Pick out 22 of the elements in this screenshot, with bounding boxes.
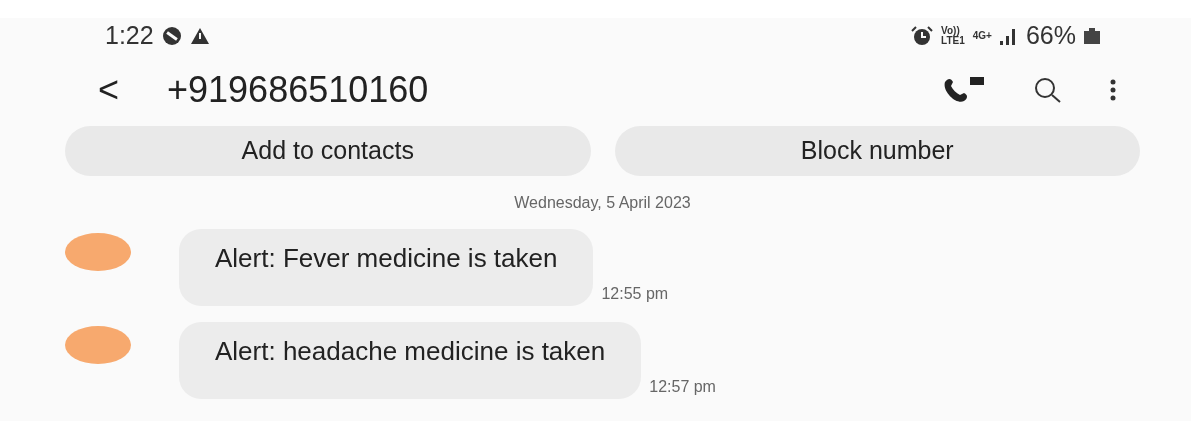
action-button[interactable]: Add to contacts <box>65 126 591 176</box>
search-icon[interactable] <box>1034 77 1062 103</box>
status-time: 1:22 <box>105 20 154 52</box>
warning-icon <box>189 27 210 45</box>
message-bubble: Alert: headache medicine is taken <box>179 322 642 399</box>
back-button[interactable]: < <box>98 63 120 117</box>
network-label: Vo)) <box>941 26 961 36</box>
battery-level: 66% <box>1025 20 1076 52</box>
alarm-icon <box>911 26 934 46</box>
hd-call-icon[interactable] <box>942 76 986 104</box>
no-disturb-icon <box>161 26 182 46</box>
message-time: 12:55 pm <box>601 284 669 304</box>
network-label: LTE1 <box>941 36 965 46</box>
message-bubble: Alert: Fever medicine is taken <box>179 229 594 306</box>
message-time: 12:57 pm <box>649 377 716 397</box>
battery-icon <box>1084 28 1100 44</box>
network-label: 4G+ <box>972 31 992 41</box>
date-label: Wednesday, 5 April 2023 <box>513 193 692 213</box>
action-button[interactable]: Block number <box>614 126 1140 176</box>
signal-icon <box>999 27 1018 45</box>
menu-icon[interactable] <box>1110 79 1116 101</box>
contact-number: +919686510160 <box>167 68 429 112</box>
